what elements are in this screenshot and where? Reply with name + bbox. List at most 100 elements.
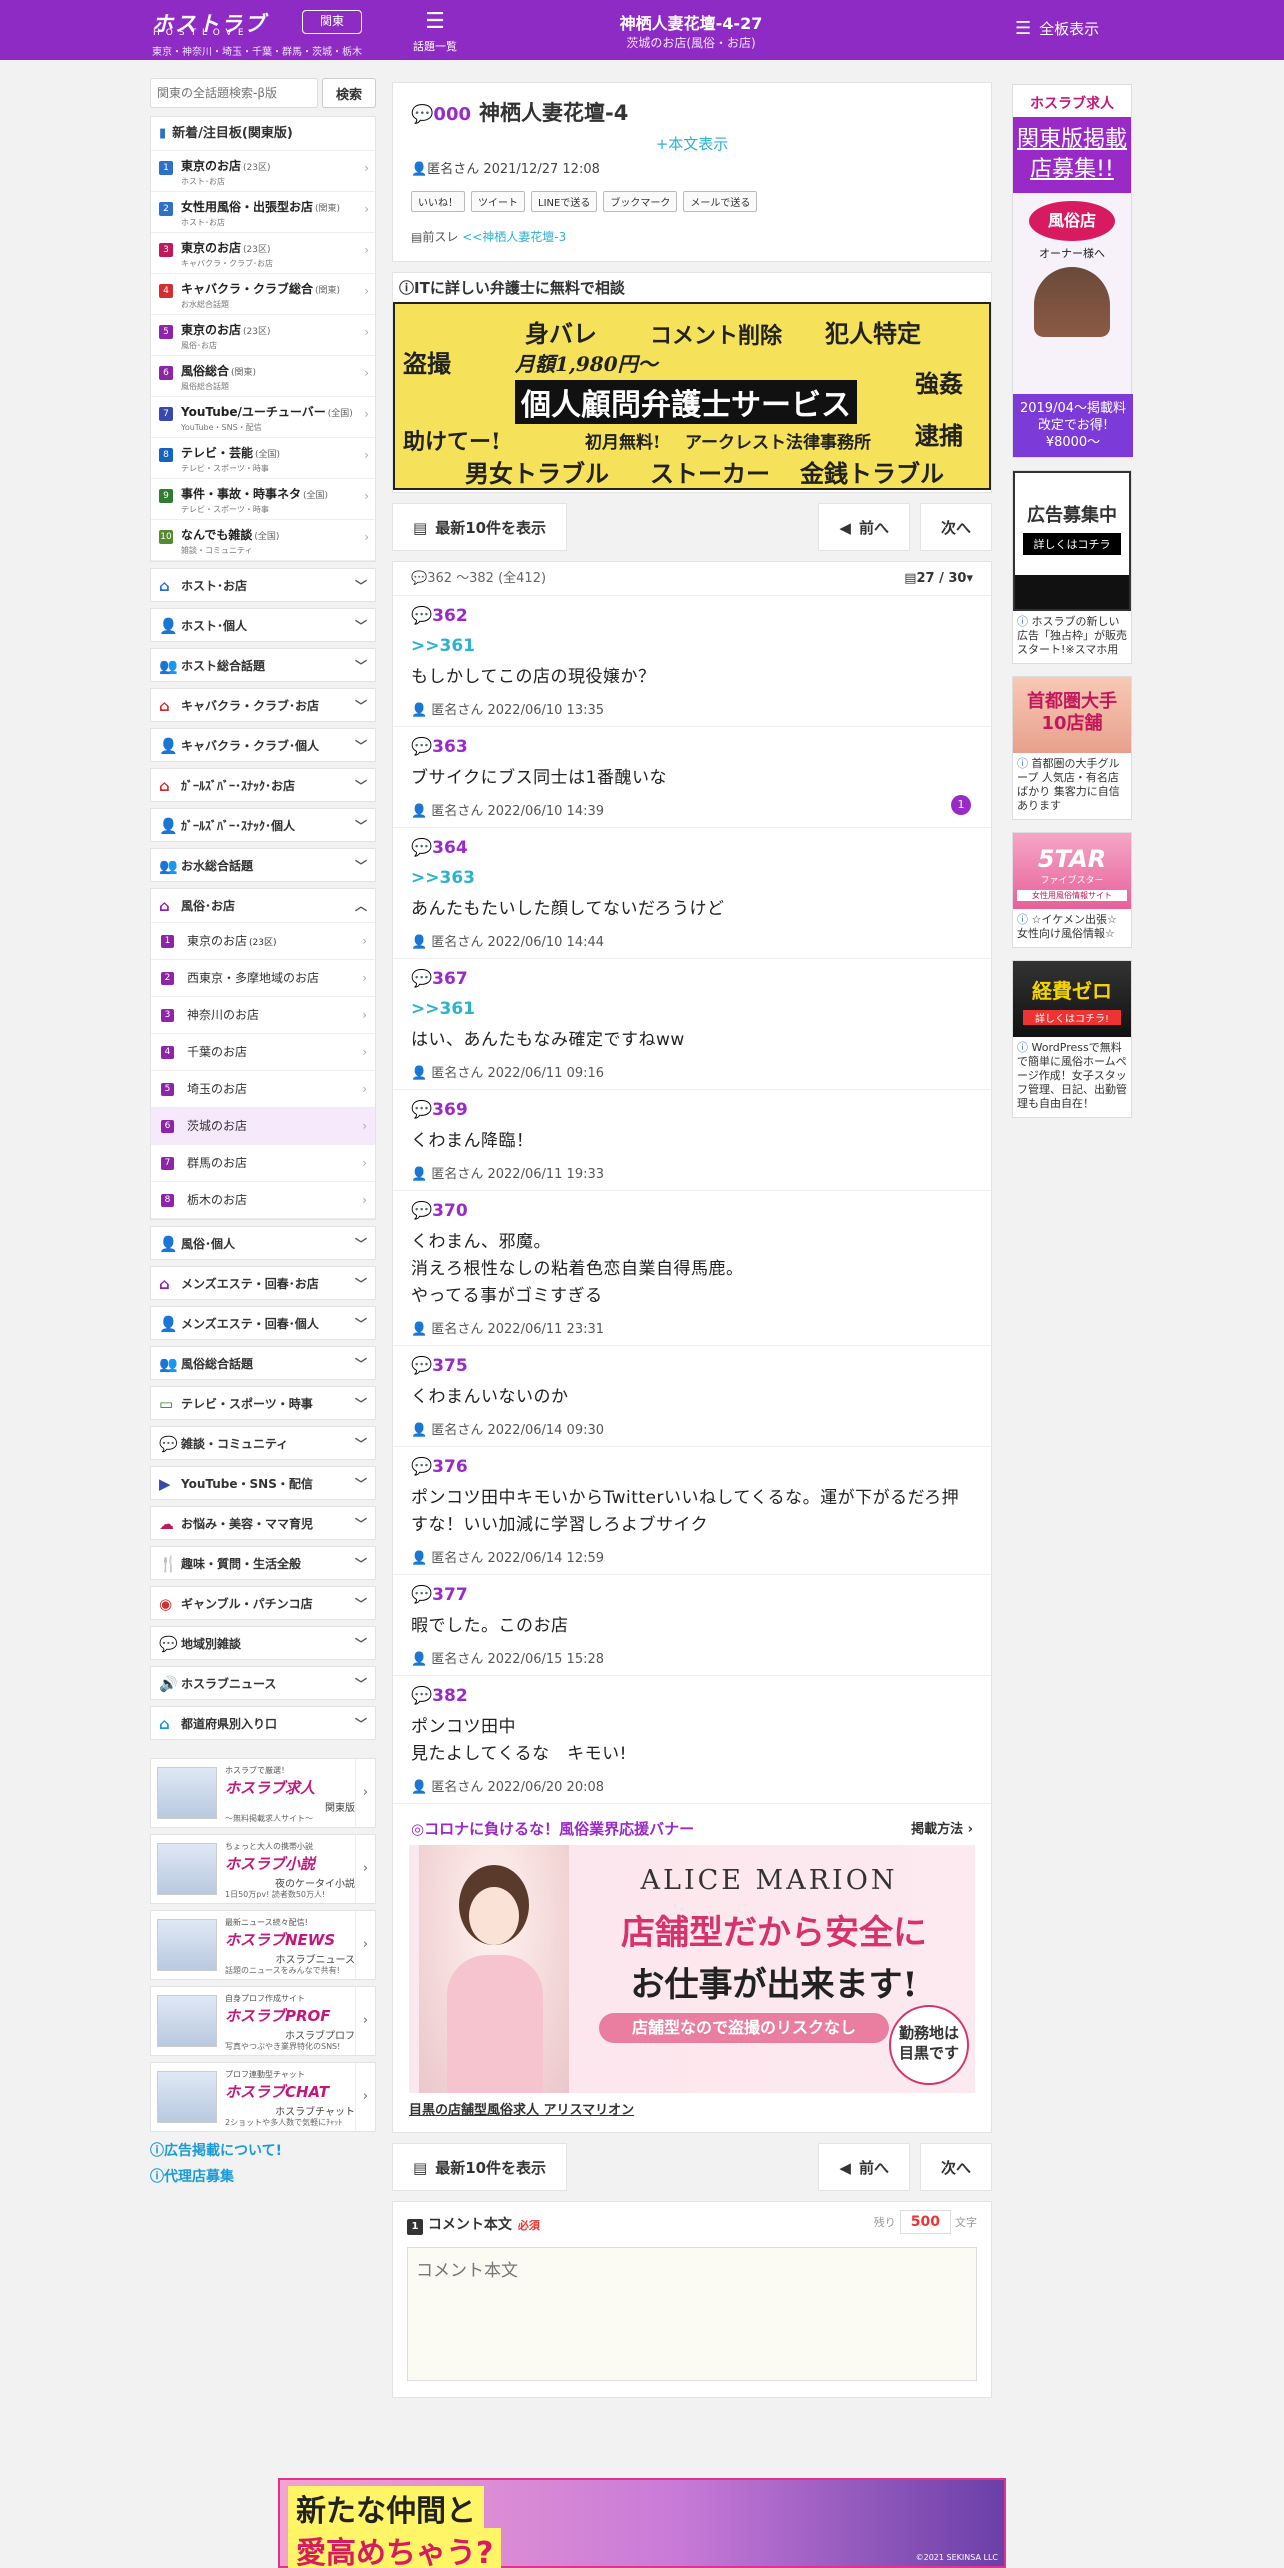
post-number[interactable]: 💬362 [411, 606, 973, 626]
right-ad-exclusive[interactable]: 広告募集中 詳しくはコチラ ⓘ ホスラブの新しい広告「独占枠」が販売スタート!※… [1012, 470, 1132, 664]
post-number[interactable]: 💬363 [411, 737, 973, 757]
sub-board-item[interactable]: 1 東京のお店 (23区) › [151, 923, 375, 960]
section-header[interactable]: 👤 キャバクラ・クラブ･個人 ﹀ [150, 728, 376, 762]
sub-board-item[interactable]: 3 神奈川のお店 › [151, 997, 375, 1034]
section-header[interactable]: 🍴 趣味・質問・生活全般 ﹀ [150, 1546, 376, 1580]
section-header[interactable]: ⌂ ホスト･お店 ﹀ [150, 568, 376, 602]
post-number[interactable]: 💬367 [411, 969, 973, 989]
promo-item[interactable]: ホスラブで厳選！ ホスラブ求人 関東版 〜無料掲載求人サイト〜 › [150, 1758, 376, 1828]
all-boards-button[interactable]: ☰ 全板表示 [1015, 18, 1099, 39]
section-header[interactable]: 👥 風俗総合話題 ﹀ [150, 1346, 376, 1380]
sub-board-item[interactable]: 2 西東京・多摩地域のお店 › [151, 960, 375, 997]
post-reply-link[interactable]: >>361 [411, 999, 973, 1019]
banner-how-link[interactable]: 掲載方法 › [911, 1818, 973, 1837]
new-board-item[interactable]: 4 キャバクラ・クラブ総合 (関東) お水総合話題 › [151, 274, 375, 315]
section-header[interactable]: 👥 ホスト総合話題 ﹀ [150, 648, 376, 682]
comment-textarea[interactable] [407, 2247, 977, 2381]
promo-item[interactable]: 最新ニュース続々配信! ホスラブNEWS ホスラブニュース 話題のニュースをみんなで共… [150, 1910, 376, 1980]
bottom-ad-banner[interactable]: 新たな仲間と 愛高めちゃう? ©2021 SEKINSA LLC [278, 2478, 1006, 2568]
section-header[interactable]: ⌂ メンズエステ・回春･お店 ﹀ [150, 1266, 376, 1300]
next-button[interactable]: 次へ [919, 503, 992, 551]
prev-button[interactable]: ◀ 前へ [818, 503, 910, 551]
lawyer-ad-banner[interactable]: 身バレ コメント削除 犯人特定 盗撮 月額1,980円〜 強姦 個人顧問弁護士サービス 助けて… [393, 302, 991, 490]
board-title: 東京のお店 (23区) [181, 157, 357, 174]
board-number: 3 [159, 243, 173, 257]
new-board-item[interactable]: 7 YouTube/ユーチューバー (全国) YouTube・SNS・配信 › [151, 397, 375, 438]
lawyer-ad-heading-text: ITに詳しい弁護士に無料で相談 [414, 279, 625, 297]
post-number[interactable]: 💬382 [411, 1686, 973, 1706]
promo-item[interactable]: プロフ連動型チャット ホスラブCHAT ホスラブチャット 2ショットや多人数で気軽にﾁ… [150, 2062, 376, 2132]
sub-board-item[interactable]: 6 茨城のお店 › [151, 1108, 375, 1145]
section-header[interactable]: 💬 地域別雑談 ﹀ [150, 1626, 376, 1660]
section-header[interactable]: 👤 メンズエステ・回春･個人 ﹀ [150, 1306, 376, 1340]
section-header[interactable]: ⌂ 都道府県別入り口 ﹀ [150, 1706, 376, 1740]
latest-button-bottom[interactable]: ▤ 最新10件を表示 [392, 2143, 568, 2191]
new-board-item[interactable]: 5 東京のお店 (23区) 風俗･お店 › [151, 315, 375, 356]
sub-board-item[interactable]: 7 群馬のお店 › [151, 1145, 375, 1182]
post-number[interactable]: 💬376 [411, 1457, 973, 1477]
banner-caption-link[interactable]: 目黒の店舗型風俗求人 アリスマリオン [393, 2093, 991, 2132]
latest-button[interactable]: ▤ 最新10件を表示 [392, 503, 568, 551]
topic-list-button[interactable]: ☰ 話題一覧 [405, 10, 465, 54]
post-item: 💬376 ポンコツ田中キモいからTwitterいいねしてくるな。運が下がるだろ押す… [393, 1447, 991, 1575]
search-input[interactable] [150, 78, 318, 108]
share-button[interactable]: メールで送る [683, 191, 758, 212]
reply-count-badge[interactable]: 1 [951, 795, 971, 815]
right-ad-zero[interactable]: 経費ゼロ 詳しくはコチラ! ⓘ WordPressで無料で簡単に風俗ホームページ… [1012, 960, 1132, 1118]
search-button[interactable]: 検索 [322, 78, 376, 108]
section-header[interactable]: 👥 お水総合話題 ﹀ [150, 848, 376, 882]
new-board-item[interactable]: 9 事件・事故・時事ネタ (全国) テレビ・スポーツ・時事 › [151, 479, 375, 520]
new-board-item[interactable]: 6 風俗総合 (関東) 風俗総合話題 › [151, 356, 375, 397]
promo-item[interactable]: ちょっと大人の携帯小説 ホスラブ小説 夜のケータイ小説 1日50万pv! 読者数50万… [150, 1834, 376, 1904]
new-board-item[interactable]: 8 テレビ・芸能 (全国) テレビ・スポーツ・時事 › [151, 438, 375, 479]
post-number[interactable]: 💬364 [411, 838, 973, 858]
prev-thread-link[interactable]: <<神栖人妻花壇-3 [462, 230, 566, 244]
right-ad-metro[interactable]: 首都圏大手10店舗 ⓘ 首都圏の大手グループ 人気店・有名店ばかり 集客力に自信… [1012, 676, 1132, 820]
new-board-item[interactable]: 1 東京のお店 (23区) ホスト･お店 › [151, 151, 375, 192]
board-count: (23区) [243, 163, 271, 173]
share-button[interactable]: ブックマーク [603, 191, 678, 212]
section-header[interactable]: ☁ お悩み・美容・ママ育児 ﹀ [150, 1506, 376, 1540]
new-board-item[interactable]: 3 東京のお店 (23区) キャバクラ・クラブ･お店 › [151, 233, 375, 274]
ad-about-link[interactable]: ⓘ広告掲載について! [150, 2140, 376, 2160]
page-selector[interactable]: ▤27 / 30▾ [904, 562, 973, 596]
post-number[interactable]: 💬377 [411, 1585, 973, 1605]
share-button[interactable]: ツイート [471, 191, 525, 212]
new-board-item[interactable]: 2 女性用風俗・出張型お店 (関東) ホスト･お店 › [151, 192, 375, 233]
sub-board-item[interactable]: 8 栃木のお店 › [151, 1182, 375, 1219]
section-header[interactable]: ▶ YouTube・SNS・配信 ﹀ [150, 1466, 376, 1500]
promo-item[interactable]: 自身プロフ作成サイト ホスラブPROF ホスラブプロフ 写真やつぶやき業界特化のSNS… [150, 1986, 376, 2056]
share-button[interactable]: いいね！ [411, 191, 465, 212]
prev-button-bottom[interactable]: ◀ 前へ [818, 2143, 910, 2191]
prev-label-text: 前へ [858, 519, 889, 537]
post-reply-link[interactable]: >>361 [411, 636, 973, 656]
new-board-item[interactable]: 10 なんでも雑談 (全国) 雑談・コミュニティ › [151, 520, 375, 561]
section-header[interactable]: ▭ テレビ・スポーツ・時事 ﹀ [150, 1386, 376, 1420]
user-icon: 👤 [411, 804, 432, 819]
section-header[interactable]: 🔊 ホスラブニュース ﹀ [150, 1666, 376, 1700]
next-button-bottom[interactable]: 次へ [919, 2143, 992, 2191]
section-header[interactable]: ⌂ キャバクラ・クラブ･お店 ﹀ [150, 688, 376, 722]
right-ads: ホスラブ求人 関東版掲載店募集!! 風俗店 オーナー様へ 2019/04〜掲載料… [1012, 84, 1133, 1130]
section-header[interactable]: 💬 雑談・コミュニティ ﹀ [150, 1426, 376, 1460]
post-number[interactable]: 💬369 [411, 1100, 973, 1120]
agency-link[interactable]: ⓘ代理店募集 [150, 2166, 376, 2186]
section-header[interactable]: ⌂ ｶﾞｰﾙｽﾞﾊﾞｰ･ｽﾅｯｸ･お店 ﹀ [150, 768, 376, 802]
show-body-link[interactable]: +本文表示 [393, 133, 991, 154]
post-body: くわまんいないのか [411, 1387, 569, 1407]
post-number[interactable]: 💬370 [411, 1201, 973, 1221]
section-header[interactable]: 👤 ホスト･個人 ﹀ [150, 608, 376, 642]
sub-board-item[interactable]: 4 千葉のお店 › [151, 1034, 375, 1071]
share-button[interactable]: LINEで送る [531, 191, 598, 212]
alice-marion-banner[interactable]: ALICE MARION 店舗型だから安全に お仕事が出来ます! 店舗型なので盗… [409, 1845, 975, 2093]
region-button[interactable]: 関東 [302, 10, 362, 34]
section-header[interactable]: 👤 ｶﾞｰﾙｽﾞﾊﾞｰ･ｽﾅｯｸ･個人 ﹀ [150, 808, 376, 842]
sub-board-item[interactable]: 5 埼玉のお店 › [151, 1071, 375, 1108]
post-number[interactable]: 💬375 [411, 1356, 973, 1376]
section-header[interactable]: ◉ ギャンブル・パチンコ店 ﹀ [150, 1586, 376, 1620]
open-section-header[interactable]: ⌂ 風俗･お店 ︿ [151, 889, 375, 923]
right-ad-recruit[interactable]: ホスラブ求人 関東版掲載店募集!! 風俗店 オーナー様へ 2019/04〜掲載料… [1012, 84, 1133, 458]
post-reply-link[interactable]: >>363 [411, 868, 973, 888]
section-header[interactable]: 👤 風俗･個人 ﹀ [150, 1226, 376, 1260]
right-ad-5tar[interactable]: 5TAR ファイブスター 女性用風俗情報サイト ⓘ ☆イケメン出張☆女性向け風俗… [1012, 832, 1132, 948]
